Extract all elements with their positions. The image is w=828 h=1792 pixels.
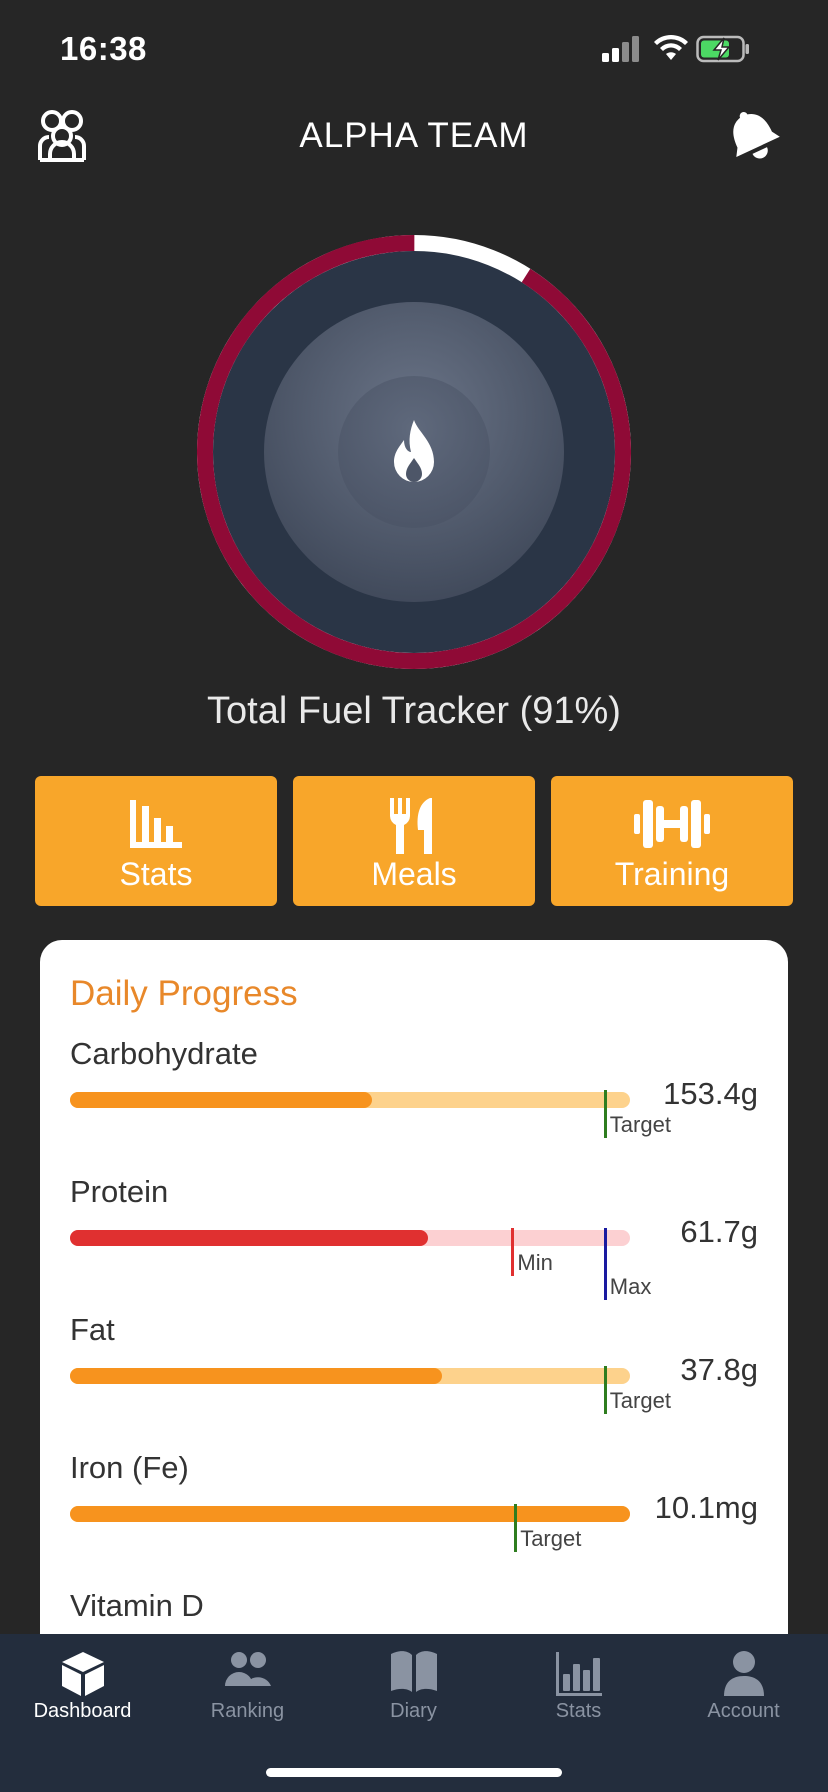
marker-target-line <box>514 1504 518 1552</box>
status-time: 16:38 <box>60 30 147 67</box>
people-icon <box>165 1650 330 1700</box>
nutrient-value: 37.8g <box>680 1352 758 1387</box>
tab-label: Account <box>707 1700 780 1722</box>
training-button-label: Training <box>614 856 730 892</box>
marker-max-label: Max <box>609 1274 652 1299</box>
cube-icon <box>0 1650 165 1700</box>
meals-button-label: Meals <box>371 856 457 892</box>
tab-dashboard[interactable]: Dashboard <box>0 1634 165 1744</box>
nutrient-name: Fat <box>70 1312 115 1347</box>
nutrient-value: 61.7g <box>680 1214 758 1249</box>
notification-bell-icon[interactable] <box>726 106 780 166</box>
book-icon <box>331 1650 496 1700</box>
daily-progress-title: Daily Progress <box>70 974 298 1013</box>
page-title: ALPHA TEAM <box>299 116 529 155</box>
person-icon <box>661 1650 826 1700</box>
tab-ranking[interactable]: Ranking <box>165 1634 330 1744</box>
nutrient-progress-fill <box>70 1230 429 1246</box>
dumbbell-icon <box>551 796 793 854</box>
fork-knife-icon <box>293 796 535 854</box>
marker-target-label: Target <box>520 1526 582 1551</box>
marker-min-label: Min <box>517 1250 553 1275</box>
tab-account[interactable]: Account <box>661 1634 826 1744</box>
meals-button[interactable]: Meals <box>293 776 535 906</box>
nutrient-progress-fill <box>70 1092 373 1108</box>
nutrient-fat: Fat Target 37.8g <box>40 1312 788 1450</box>
battery-charging-icon <box>696 35 749 63</box>
marker-target-line <box>603 1090 607 1138</box>
nutrient-name: Vitamin D <box>70 1588 204 1623</box>
tab-label: Stats <box>555 1700 602 1722</box>
fuel-tracker-label: Total Fuel Tracker (91%) <box>207 690 621 732</box>
daily-progress-card: Daily Progress Carbohydrate Target 153.4… <box>40 940 788 1700</box>
nutrient-name: Protein <box>70 1174 169 1209</box>
tab-label: Ranking <box>210 1700 285 1722</box>
bar-chart-icon <box>35 796 277 854</box>
tab-label: Dashboard <box>33 1700 132 1722</box>
marker-target-label: Target <box>609 1112 671 1137</box>
nutrient-carbohydrate: Carbohydrate Target 153.4g <box>40 1036 788 1174</box>
nutrient-track: Target <box>70 1366 671 1414</box>
nutrient-progress-fill <box>70 1506 630 1522</box>
tab-stats[interactable]: Stats <box>496 1634 661 1744</box>
nutrient-protein: Protein Min Max 61.7g <box>40 1174 788 1312</box>
nutrient-name: Carbohydrate <box>70 1036 258 1071</box>
marker-target-line <box>603 1366 607 1414</box>
home-indicator <box>266 1768 562 1777</box>
wifi-icon <box>654 34 688 60</box>
stats-chart-icon <box>496 1650 661 1700</box>
marker-target-label: Target <box>609 1388 671 1413</box>
cellular-signal-icon <box>602 36 639 62</box>
stats-button[interactable]: Stats <box>35 776 277 906</box>
nutrient-progress-fill <box>70 1368 443 1384</box>
tab-diary[interactable]: Diary <box>331 1634 496 1744</box>
stats-button-label: Stats <box>119 856 193 892</box>
nutrient-track: Target <box>70 1504 630 1552</box>
marker-min-line <box>511 1228 515 1276</box>
flame-icon <box>384 418 444 488</box>
nutrient-value: 153.4g <box>663 1076 758 1111</box>
nutrient-track: Min Max <box>70 1228 651 1300</box>
tab-label: Diary <box>390 1700 437 1722</box>
fuel-tracker-ring[interactable] <box>190 228 638 676</box>
training-button[interactable]: Training <box>551 776 793 906</box>
nutrient-iron: Iron (Fe) Target 10.1mg <box>40 1450 788 1588</box>
status-bar: 16:38 <box>0 0 828 100</box>
nutrient-track: Target <box>70 1090 671 1138</box>
marker-max-line <box>603 1228 607 1300</box>
nutrient-name: Iron (Fe) <box>70 1450 189 1485</box>
nutrient-value: 10.1mg <box>654 1490 758 1525</box>
